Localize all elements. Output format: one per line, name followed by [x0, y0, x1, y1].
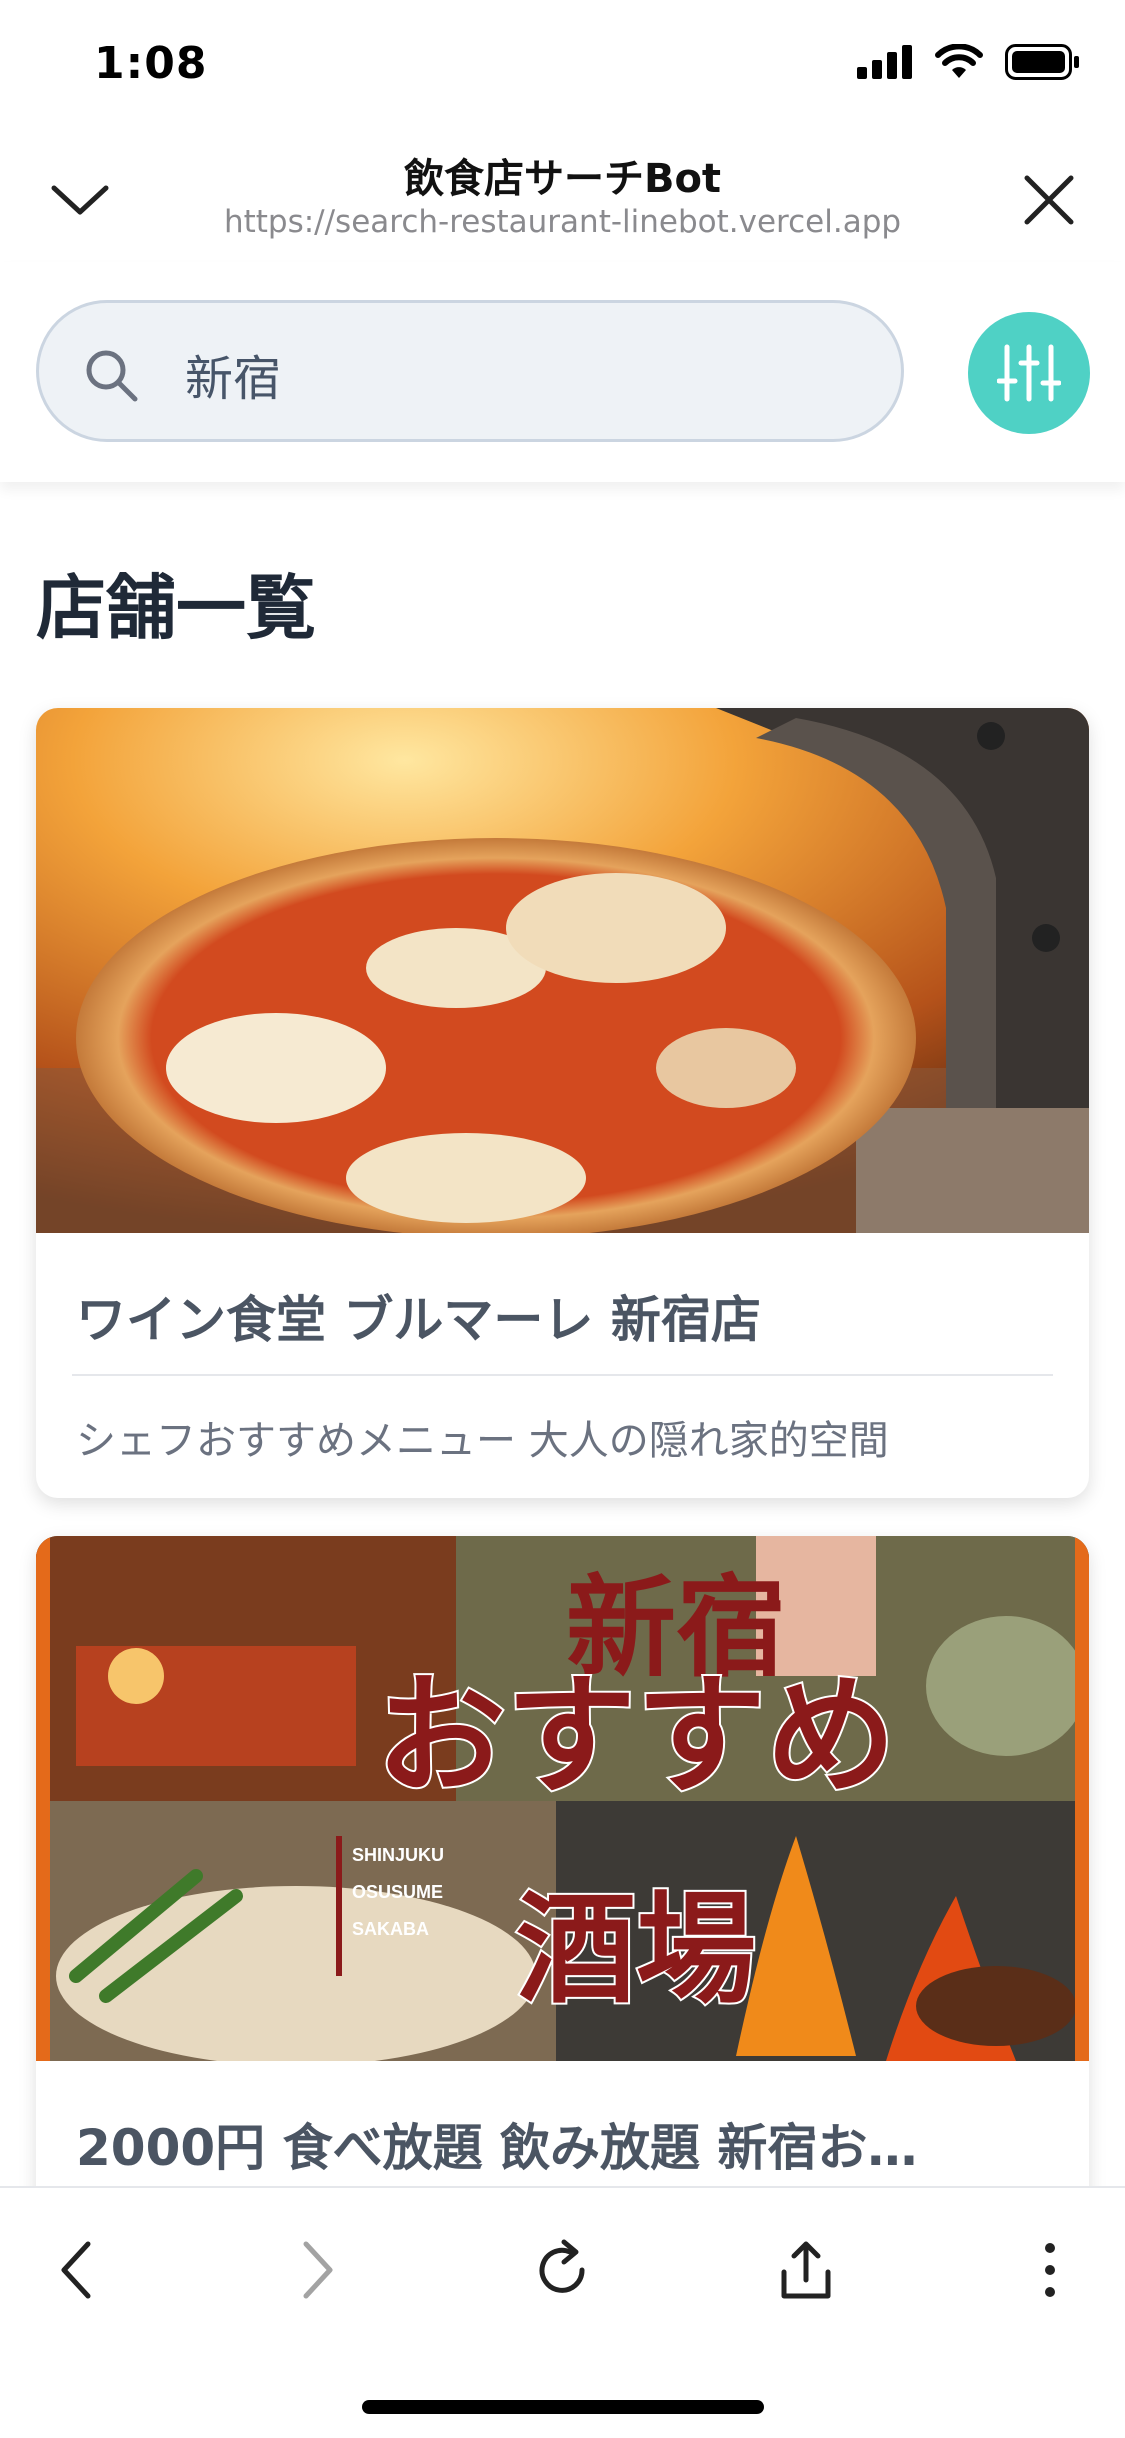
- restaurant-name: ワイン食堂 ブルマーレ 新宿店: [76, 1291, 761, 1349]
- browser-title: 飲食店サーチBot: [403, 156, 722, 202]
- forward-button[interactable]: [278, 2230, 358, 2310]
- search-input[interactable]: 新宿: [36, 300, 904, 442]
- image-title-osusume: おすすめ: [376, 1663, 896, 1809]
- restaurant-card[interactable]: ワイン食堂 ブルマーレ 新宿店 シェフおすすめメニュー 大人の隠れ家的空間: [36, 708, 1089, 1498]
- cellular-signal-icon: [857, 45, 912, 79]
- chevron-right-icon: [303, 2241, 333, 2299]
- share-button[interactable]: [766, 2230, 846, 2310]
- more-button[interactable]: [1010, 2230, 1090, 2310]
- restaurant-name: 2000円 食べ放題 飲み放題 新宿お…: [76, 2119, 918, 2177]
- status-icons: [857, 44, 1081, 80]
- page-title: 店舗一覧: [36, 567, 316, 649]
- chevron-left-icon: [61, 2241, 91, 2299]
- pizza-photo: [36, 708, 1089, 1233]
- browser-url: https://search-restaurant-linebot.vercel…: [223, 204, 902, 240]
- restaurant-description: シェフおすすめメニュー 大人の隠れ家的空間: [76, 1418, 889, 1464]
- home-indicator: [362, 2400, 764, 2414]
- divider: [72, 1374, 1053, 1376]
- reload-button[interactable]: [522, 2230, 602, 2310]
- close-button[interactable]: [1021, 172, 1077, 228]
- restaurant-card[interactable]: 新宿 おすすめ 酒場 SHINJUKU OSUSUME SAKABA 2000円…: [36, 1536, 1089, 2296]
- more-vertical-icon: [1045, 2243, 1055, 2297]
- filter-button[interactable]: [968, 312, 1090, 434]
- izakaya-photo: 新宿 おすすめ 酒場 SHINJUKU OSUSUME SAKABA: [36, 1536, 1089, 2061]
- battery-icon: [1005, 44, 1079, 80]
- image-sub-sakaba: SAKABA: [352, 1919, 429, 1939]
- sliders-icon: [997, 344, 1061, 402]
- search-area: 新宿: [0, 262, 1125, 482]
- wifi-icon: [935, 44, 983, 78]
- search-value: 新宿: [185, 351, 282, 407]
- status-time: 1:08: [94, 38, 208, 89]
- close-icon: [1024, 175, 1074, 225]
- search-icon: [86, 350, 138, 402]
- image-title-sakaba: 酒場: [516, 1883, 756, 2017]
- image-sub-osusume: OSUSUME: [352, 1882, 443, 1902]
- reload-icon: [539, 2239, 585, 2293]
- image-sub-shinjuku: SHINJUKU: [352, 1845, 444, 1865]
- back-button[interactable]: [36, 2230, 116, 2310]
- status-bar: 1:08: [0, 0, 1125, 132]
- share-icon: [781, 2241, 831, 2299]
- browser-header: 飲食店サーチBot https://search-restaurant-line…: [0, 132, 1125, 264]
